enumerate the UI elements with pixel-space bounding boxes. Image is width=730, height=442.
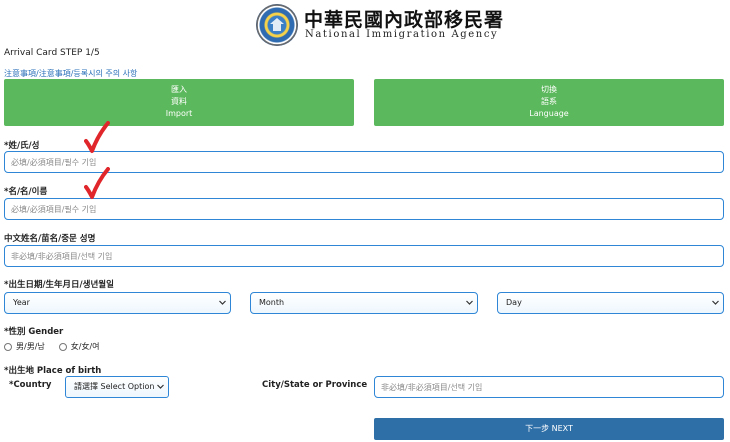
import-button-label-en: Import <box>165 109 193 118</box>
birth-month-select[interactable]: Month <box>250 292 478 314</box>
gender-male-radio[interactable] <box>4 342 12 351</box>
header: 中華民國內政部移民署 National Immigration Agency <box>0 0 730 48</box>
gender-male-label: 男/男/남 <box>16 342 45 351</box>
given-name-label: *名/名/이름 <box>4 187 48 197</box>
chevron-down-icon <box>219 299 226 306</box>
country-select-value: 請選擇 Select Option <box>74 382 155 391</box>
chevron-down-icon <box>466 299 473 306</box>
notice-link[interactable]: 注意事項/注意事項/등록시의 주의 사항 <box>4 68 137 79</box>
chevron-down-icon <box>157 383 164 390</box>
checkmark-surname-icon <box>84 121 110 153</box>
chinese-name-input[interactable] <box>4 245 724 267</box>
birth-date-label: *出生日期/生年月日/생년월일 <box>4 280 114 290</box>
birth-day-value: Day <box>506 298 522 307</box>
agency-name-zh: 中華民國內政部移民署 <box>304 9 505 31</box>
gender-female-radio[interactable] <box>58 342 67 351</box>
gender-female-label: 女/女/여 <box>70 342 100 351</box>
city-label: City/State or Province <box>262 380 368 390</box>
birth-year-select[interactable]: Year <box>4 292 231 314</box>
given-name-input[interactable] <box>4 198 724 220</box>
country-select[interactable]: 請選擇 Select Option <box>65 376 169 398</box>
city-input[interactable] <box>374 376 724 398</box>
agency-name-en: National Immigration Agency <box>305 29 499 40</box>
birth-year-value: Year <box>13 298 30 307</box>
checkmark-given-name-icon <box>84 167 110 199</box>
step-indicator: Arrival Card STEP 1/5 <box>4 48 100 58</box>
language-button-label-en: Language <box>529 109 569 118</box>
country-label: *Country <box>9 380 52 390</box>
place-of-birth-label: *出生地 Place of birth <box>4 366 102 376</box>
gender-options: 男/男/남 女/女/여 <box>4 341 100 352</box>
language-button-label-jp: 語系 <box>541 97 557 106</box>
import-button-label-zh: 匯入 <box>171 85 187 94</box>
agency-seal-icon <box>256 4 298 46</box>
import-button[interactable]: 匯入 資料 Import <box>4 79 354 126</box>
next-button[interactable]: 下一步 NEXT <box>374 418 724 440</box>
chinese-name-label: 中文姓名/苗名/중문 성명 <box>4 234 96 244</box>
birth-month-value: Month <box>259 298 285 307</box>
birth-day-select[interactable]: Day <box>497 292 724 314</box>
surname-input[interactable] <box>4 151 724 173</box>
language-button[interactable]: 切換 語系 Language <box>374 79 724 126</box>
gender-label: *性別 Gender <box>4 327 64 337</box>
import-button-label-jp: 資料 <box>171 97 187 106</box>
language-button-label-zh: 切換 <box>541 85 557 94</box>
surname-label: *姓/氏/성 <box>4 141 40 151</box>
chevron-down-icon <box>712 299 719 306</box>
